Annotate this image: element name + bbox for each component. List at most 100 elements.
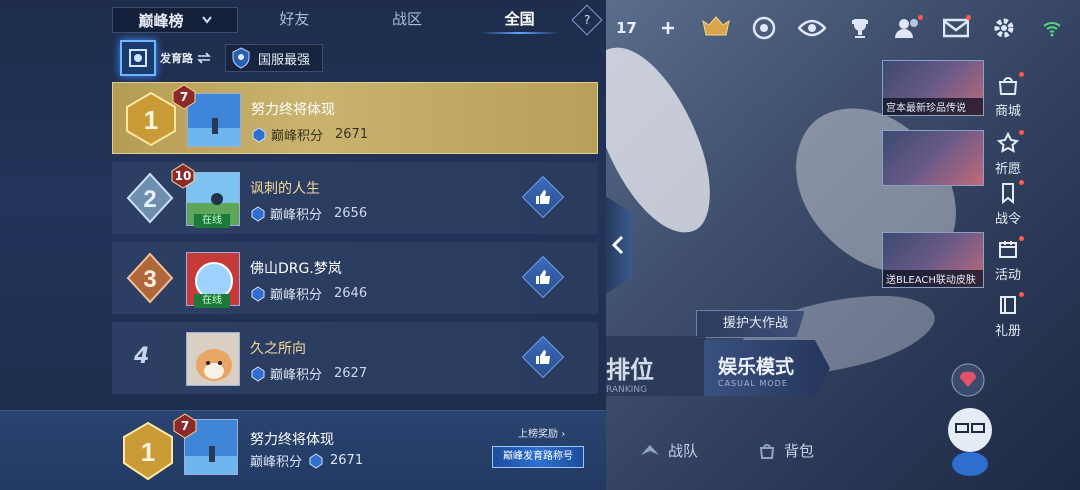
leaderboard-row[interactable]: 3 在线 佛山DRG.梦岚 巅峰积分 2646 [112, 242, 598, 314]
leaderboard-filters: 发育路 国服最强 [120, 38, 324, 78]
side-menu-label: 活动 [994, 268, 1021, 283]
dropdown-label: 巅峰榜 [138, 11, 184, 30]
player-score: 巅峰积分 2646 [250, 284, 367, 303]
role-filter-label: 发育路 [160, 52, 193, 65]
peak-score-icon [309, 452, 323, 469]
rank-number: 1 [144, 105, 158, 135]
bag-icon [759, 443, 775, 459]
bottom-nav-team[interactable]: 战队 [640, 440, 698, 461]
trophy-icon[interactable] [843, 11, 877, 45]
score-label: 巅峰积分 [270, 368, 323, 383]
score-label: 巅峰积分 [270, 208, 323, 223]
badge-value: 7 [179, 90, 189, 104]
peak-score-icon [251, 205, 265, 222]
role-filter-button[interactable]: 发育路 [120, 40, 211, 76]
casual-mode-button[interactable]: 娱乐模式 CASUAL MODE [704, 340, 830, 396]
player-score: 巅峰积分 2627 [250, 364, 367, 383]
like-button[interactable] [521, 175, 565, 219]
mascot-character[interactable] [930, 360, 1010, 480]
promo-banner-legend-skin[interactable]: 宫本最新珍品传说 [882, 60, 984, 116]
rank-number: 2 [143, 186, 156, 213]
score-value: 2671 [330, 453, 364, 468]
ranked-mode-label: 排位 [606, 356, 654, 384]
side-menu-wish[interactable]: 祈愿 [986, 130, 1030, 177]
help-button[interactable]: ? [571, 4, 603, 36]
thumbs-up-icon [536, 350, 550, 364]
marksman-role-icon [120, 40, 156, 76]
region-filter-button[interactable]: 国服最强 [225, 44, 324, 72]
badge-value: 7 [180, 419, 190, 433]
swap-icon [197, 52, 211, 64]
casual-mode-label: 娱乐模式 [718, 356, 795, 378]
national-crest-icon [232, 47, 250, 69]
rank-3-medal-icon: 3 [120, 250, 180, 306]
online-status-badge: 在线 [194, 214, 230, 228]
bottom-nav: 战队 背包 [640, 440, 814, 461]
player-name: 久之所向 [250, 341, 306, 357]
ranked-mode-button[interactable]: 排位 RANKING [606, 336, 706, 396]
rank-number: 1 [141, 437, 155, 467]
bottom-nav-label: 背包 [784, 442, 815, 460]
mail-icon[interactable] [939, 11, 973, 45]
title-reward-badge[interactable]: 巅峰发育路称号 [472, 439, 604, 475]
peak-score-icon [251, 285, 265, 302]
top-toolbar: 17 [616, 10, 1069, 46]
rank-star-badge-icon: 7 [171, 84, 197, 110]
chevron-left-icon [611, 235, 624, 255]
side-menu-shop[interactable]: 商城 [986, 72, 1030, 119]
target-icon[interactable] [747, 11, 781, 45]
score-value: 2671 [335, 127, 369, 142]
rank-number: 4 [134, 344, 150, 369]
player-name: 佛山DRG.梦岚 [250, 261, 342, 277]
my-player-score: 巅峰积分 2671 [250, 451, 363, 470]
leaderboard-row[interactable]: 2 10 在线 讽刺的人生 巅峰积分 2656 [112, 162, 598, 234]
badge-value: 10 [174, 169, 192, 183]
leaderboard-row[interactable]: 4 久之所向 巅峰积分 2627 [112, 322, 598, 394]
avatar[interactable] [186, 332, 240, 386]
promo-banner-bleach[interactable]: 送BLEACH联动皮肤 [882, 232, 984, 288]
eye-icon[interactable] [795, 11, 829, 45]
side-menu-label: 商城 [994, 104, 1021, 119]
rank-emblem-icon[interactable] [699, 11, 733, 45]
score-label: 巅峰积分 [271, 129, 324, 144]
assist-event-button[interactable]: 援护大作战 [696, 310, 806, 338]
settings-gear-icon[interactable] [987, 11, 1021, 45]
tab-national[interactable]: 全国 [463, 6, 576, 34]
like-button[interactable] [521, 255, 565, 299]
wish-icon [995, 130, 1021, 156]
shop-icon [995, 72, 1021, 98]
score-value: 2656 [334, 206, 368, 221]
player-name: 讽刺的人生 [250, 181, 320, 197]
my-rank-bar: 1 7 努力终将体现 巅峰积分 2671 上榜奖励 › 巅峰发育路称号 [0, 410, 606, 490]
leaderboard-tabs: 巅峰榜 好友 战区 全国 ? [112, 4, 606, 36]
like-button[interactable] [521, 335, 565, 379]
help-icon: ? [583, 13, 591, 27]
player-score: 巅峰积分 2671 [251, 125, 368, 144]
tab-region[interactable]: 战区 [351, 6, 464, 34]
casual-mode-sublabel: CASUAL MODE [718, 379, 788, 388]
thumbs-up-icon [536, 270, 550, 284]
team-icon [641, 444, 659, 455]
player-score: 巅峰积分 2656 [250, 204, 367, 223]
side-menu-label: 礼册 [994, 324, 1021, 339]
side-menu-battle-pass[interactable]: 战令 [986, 180, 1030, 227]
peak-score-icon [251, 365, 265, 382]
leaderboard-type-dropdown[interactable]: 巅峰榜 [112, 7, 238, 33]
side-menu-events[interactable]: 活动 [986, 236, 1030, 283]
side-menu-album[interactable]: 礼册 [986, 292, 1030, 339]
leaderboard-row[interactable]: 1 7 努力终将体现 巅峰积分 2671 [112, 82, 598, 154]
promo-banner-wish[interactable] [882, 130, 984, 186]
ranking-reward-link[interactable]: 上榜奖励 › [518, 425, 565, 440]
rank-star-badge-icon: 7 [172, 413, 198, 439]
score-label: 巅峰积分 [250, 455, 303, 470]
battle-pass-icon [995, 180, 1021, 206]
rank-star-badge-icon: 10 [170, 163, 196, 189]
bottom-nav-bag[interactable]: 背包 [758, 440, 814, 461]
region-filter-label: 国服最强 [258, 52, 311, 68]
score-label: 巅峰积分 [270, 288, 323, 303]
add-icon[interactable] [651, 11, 685, 45]
tab-friends[interactable]: 好友 [238, 6, 351, 34]
score-value: 2646 [334, 286, 368, 301]
friends-icon[interactable] [891, 11, 925, 45]
wifi-signal-icon [1035, 11, 1069, 45]
